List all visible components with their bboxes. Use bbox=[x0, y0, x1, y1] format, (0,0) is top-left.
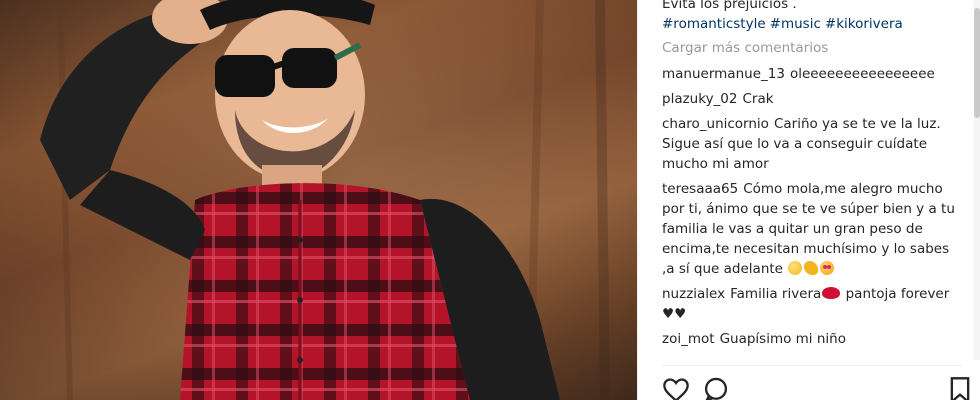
comments-scrollbar-thumb[interactable] bbox=[974, 8, 980, 118]
caption-text: Evita los prejuicios . bbox=[662, 0, 797, 12]
comment-item: teresaaa65 Cómo mola,me alegro mucho por … bbox=[662, 179, 962, 279]
load-more-comments-button[interactable]: Cargar más comentarios bbox=[662, 38, 962, 58]
hashtag-link[interactable]: #music bbox=[770, 16, 821, 32]
comment-item: charo_unicornio Cariño ya se te ve la luz… bbox=[662, 114, 962, 174]
comment-text-continued: pantoja forever bbox=[845, 286, 950, 302]
kiss-lips-emoji-icon bbox=[822, 287, 841, 299]
photo-illustration bbox=[40, 0, 610, 400]
comment-username[interactable]: teresaaa65 bbox=[662, 181, 738, 197]
comments-list: Evita los prejuicios . #romanticstyle #mu… bbox=[662, 0, 962, 354]
comment-username[interactable]: nuzzialex bbox=[662, 286, 725, 302]
black-hearts-emoji-icon: ♥♥ bbox=[662, 306, 687, 322]
comment-text: Crak bbox=[742, 91, 774, 107]
comment-username[interactable]: manuermanue_13 bbox=[662, 66, 785, 82]
speech-bubble-icon[interactable] bbox=[702, 376, 730, 400]
post-actions bbox=[662, 374, 980, 400]
comment-username[interactable]: charo_unicornio bbox=[662, 116, 769, 132]
grinning-emoji-icon bbox=[788, 261, 803, 275]
comment-item: zoi_mot Guapísimo mi niño bbox=[662, 329, 962, 349]
bookmark-icon[interactable] bbox=[946, 376, 974, 400]
comment-username[interactable]: plazuky_02 bbox=[662, 91, 738, 107]
comment-username[interactable]: zoi_mot bbox=[662, 331, 715, 347]
actions-divider bbox=[662, 365, 962, 366]
heart-eyes-emoji-icon bbox=[820, 261, 835, 275]
post-photo[interactable] bbox=[0, 0, 637, 400]
flexed-biceps-emoji-icon bbox=[804, 261, 819, 275]
comment-text: Familia rivera bbox=[730, 286, 822, 302]
caption-hashtags: #romanticstyle #music #kikorivera bbox=[662, 14, 962, 34]
comment-text: Guapísimo mi niño bbox=[719, 331, 846, 347]
comments-panel: Evita los prejuicios . #romanticstyle #mu… bbox=[638, 0, 980, 400]
comment-item: manuermanue_13 oleeeeeeeeeeeeeeee bbox=[662, 64, 962, 84]
heart-outline-icon[interactable] bbox=[662, 376, 690, 400]
comment-item: plazuky_02 Crak bbox=[662, 89, 962, 109]
hashtag-link[interactable]: #romanticstyle bbox=[662, 16, 766, 32]
comment-item: nuzzialex Familia rivera pantoja forever ♥… bbox=[662, 284, 962, 324]
hashtag-link[interactable]: #kikorivera bbox=[825, 16, 903, 32]
comment-text: oleeeeeeeeeeeeeeee bbox=[789, 66, 935, 82]
